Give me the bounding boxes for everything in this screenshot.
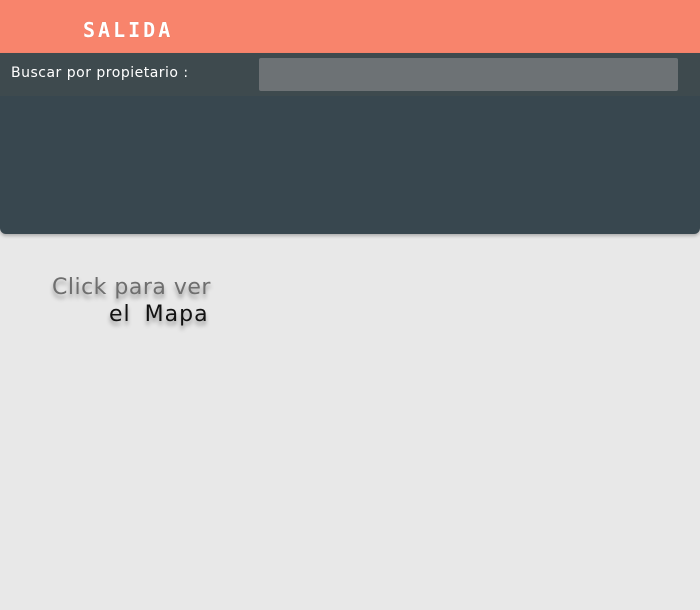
owner-search-input[interactable]	[259, 58, 678, 91]
view-map-link-line2: el Mapa	[109, 302, 209, 327]
search-bar: Buscar por propietario :	[0, 53, 700, 96]
app-header: SALIDA	[0, 0, 700, 53]
search-label: Buscar por propietario :	[11, 65, 189, 81]
results-panel: Buscar por propietario :	[0, 53, 700, 234]
view-map-link-line1: Click para ver	[52, 275, 211, 300]
page-title: SALIDA	[83, 18, 174, 42]
view-map-link[interactable]: Click para ver el Mapa	[52, 274, 292, 328]
